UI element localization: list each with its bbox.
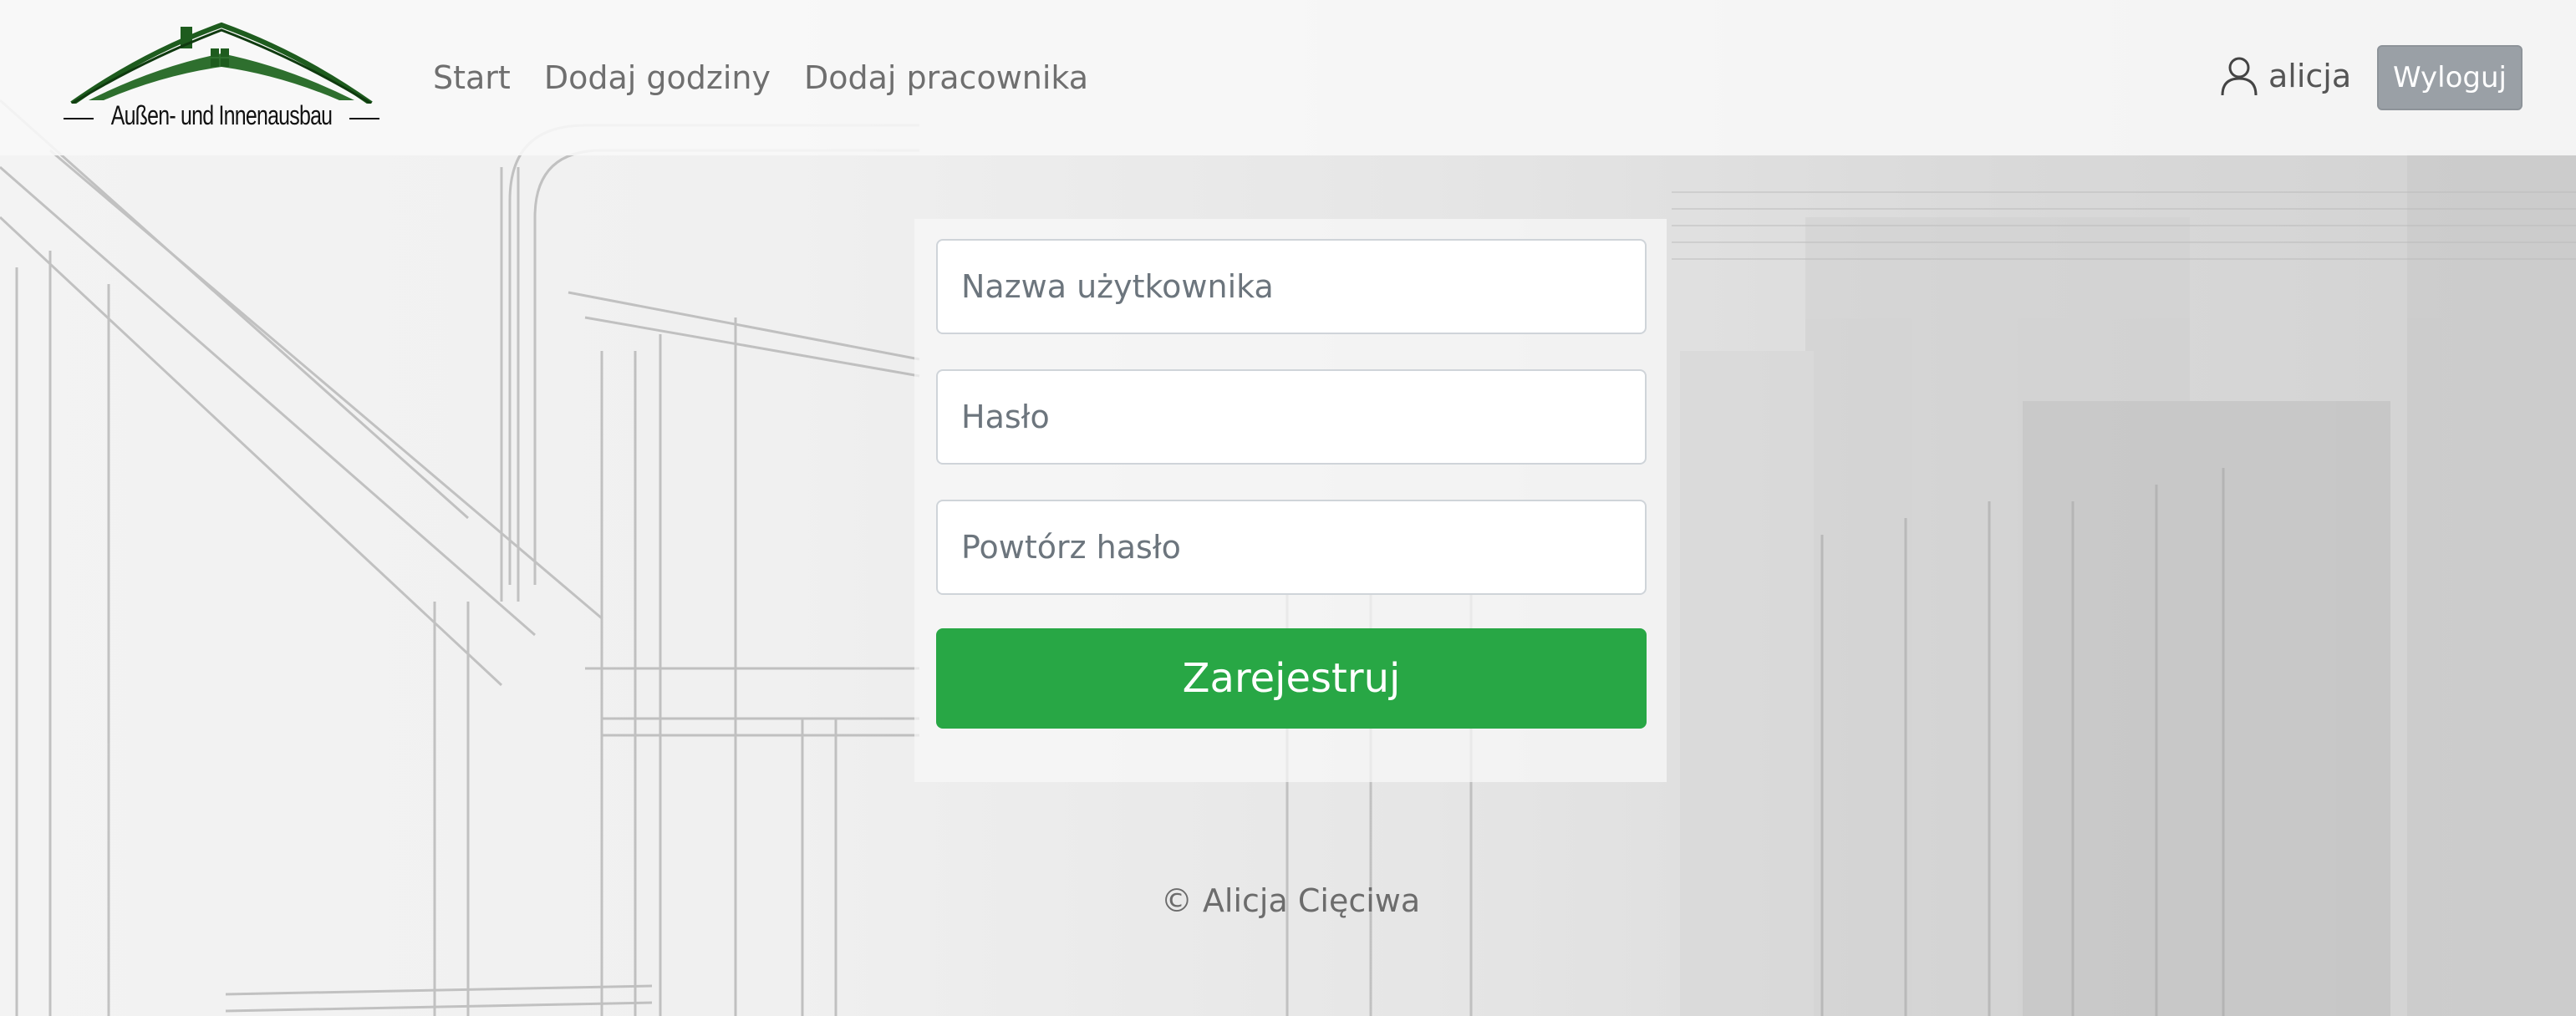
brand-name: Außen- und Innenausbau <box>110 100 333 130</box>
user-menu[interactable]: alicja <box>2220 48 2351 104</box>
user-icon <box>2221 57 2258 96</box>
register-form: Zarejestruj <box>914 219 1667 782</box>
username-input[interactable] <box>936 239 1647 334</box>
repeat-password-input[interactable] <box>936 500 1647 595</box>
main-nav: Start Dodaj godziny Dodaj pracownika <box>433 52 1088 104</box>
logout-button[interactable]: Wyloguj <box>2377 45 2523 110</box>
nav-link-add-employee[interactable]: Dodaj pracownika <box>804 52 1088 104</box>
footer-copyright: © Alicja Cięciwa <box>1160 882 1421 919</box>
brand-logo[interactable]: Außen- und Innenausbau <box>64 20 379 137</box>
house-roof-logo-icon <box>70 22 373 106</box>
password-input[interactable] <box>936 369 1647 465</box>
username-label: alicja <box>2268 58 2352 94</box>
navbar: Außen- und Innenausbau Start Dodaj godzi… <box>0 0 2576 155</box>
register-button[interactable]: Zarejestruj <box>936 628 1647 729</box>
nav-link-start[interactable]: Start <box>433 52 511 104</box>
nav-link-add-hours[interactable]: Dodaj godziny <box>544 52 771 104</box>
brand-underline-icon <box>64 118 379 119</box>
